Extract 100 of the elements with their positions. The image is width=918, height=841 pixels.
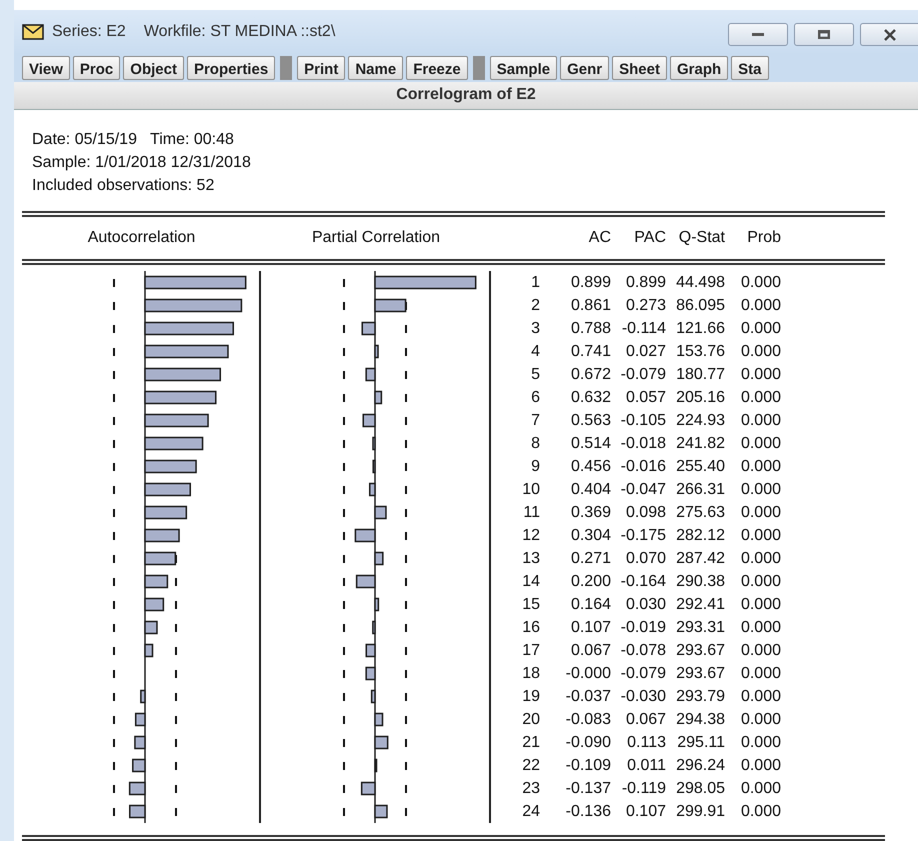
ac-cell-text: 0.456 — [570, 456, 611, 476]
column-header: AC — [588, 228, 611, 248]
bound-tick — [343, 808, 345, 816]
toolbar-button[interactable]: Properties — [186, 56, 276, 80]
bound-tick — [343, 670, 345, 678]
bound-tick — [113, 279, 115, 287]
lag-cell-text: 3 — [530, 318, 540, 338]
pac-cell-text: -0.047 — [620, 480, 666, 500]
toolbar-separator — [472, 56, 485, 80]
ac-cell-text: 0.304 — [570, 526, 611, 546]
q-stat-cell-text: 293.67 — [675, 664, 725, 684]
toolbar-button[interactable]: View — [22, 56, 70, 80]
pac-cell-text: 0.030 — [624, 594, 666, 614]
toolbar-button[interactable]: Freeze — [406, 56, 468, 80]
bound-tick — [175, 624, 177, 632]
toolbar-button[interactable]: Name — [348, 56, 404, 80]
bound-tick — [405, 578, 407, 586]
bound-tick — [405, 693, 407, 701]
prob-cell-text: 0.000 — [740, 778, 781, 798]
bound-tick — [343, 647, 345, 655]
bound-tick — [113, 348, 115, 356]
bound-tick — [343, 279, 345, 287]
toolbar-button[interactable]: Graph — [670, 56, 728, 80]
ac-cell-text: -0.000 — [564, 664, 611, 684]
ac-cell-text: 0.164 — [570, 594, 611, 614]
prob-cell-text: 0.000 — [740, 756, 781, 776]
bound-tick — [113, 624, 115, 632]
info-line: Date: 05/15/19 Time: 00:48 — [32, 130, 235, 150]
minimize-icon — [752, 33, 764, 36]
lag-cell-text: 11 — [522, 502, 540, 522]
lag-cell-text: 17 — [521, 640, 540, 660]
q-stat-cell-text: 275.63 — [675, 502, 725, 522]
pac-cell-text: 0.098 — [624, 502, 666, 522]
toolbar-button[interactable]: Sta — [731, 56, 768, 80]
pac-cell-text: 0.107 — [624, 802, 666, 822]
q-stat-cell-text: 295.11 — [676, 732, 725, 752]
ac-cell-text: -0.109 — [564, 756, 611, 776]
toolbar-button[interactable]: Genr — [560, 56, 610, 80]
prob-cell-text: 0.000 — [740, 732, 781, 752]
ac-cell-text: -0.137 — [564, 778, 611, 798]
close-icon — [884, 28, 896, 40]
bound-tick — [343, 624, 345, 632]
bound-tick — [405, 739, 407, 747]
ac-cell-text: 0.404 — [570, 480, 611, 500]
minimize-button[interactable] — [728, 23, 788, 46]
bound-tick — [113, 647, 115, 655]
prob-cell-text: 0.000 — [740, 802, 781, 822]
ac-cell-text: -0.083 — [564, 710, 611, 730]
ac-cell-text: 0.200 — [570, 572, 611, 592]
bound-tick — [405, 762, 407, 770]
column-header: Q-Stat — [678, 228, 725, 248]
bound-tick — [343, 348, 345, 356]
lag-cell-text: 2 — [530, 296, 540, 316]
bound-tick — [343, 739, 345, 747]
column-header: PAC — [633, 228, 666, 248]
ac-cell-text: 0.788 — [570, 318, 611, 338]
pac-cell-text: 0.273 — [624, 296, 666, 316]
lag-cell-text: 8 — [530, 434, 540, 454]
ac-cell-text: 0.271 — [570, 548, 611, 568]
bound-tick — [113, 371, 115, 379]
ac-cell-text: -0.037 — [564, 686, 611, 706]
prob-cell-text: 0.000 — [740, 710, 781, 730]
bound-tick — [405, 555, 407, 563]
ac-cell-text: 0.741 — [570, 342, 611, 362]
q-stat-cell-text: 266.31 — [675, 480, 725, 500]
prob-cell-text: 0.000 — [740, 686, 781, 706]
toolbar-button[interactable]: Sample — [490, 56, 558, 80]
toolbar-button[interactable]: Sheet — [612, 56, 667, 80]
q-stat-cell-text: 282.12 — [675, 526, 725, 546]
bound-tick — [343, 325, 345, 333]
prob-cell-text: 0.000 — [740, 456, 781, 476]
bound-tick — [405, 394, 407, 402]
ac-cell-text: 0.672 — [570, 364, 611, 384]
prob-cell-text: 0.000 — [740, 388, 781, 408]
bound-tick — [175, 670, 177, 678]
toolbar-button[interactable]: Proc — [72, 56, 120, 80]
pac-cell-text: 0.057 — [624, 388, 666, 408]
maximize-button[interactable] — [794, 23, 854, 46]
lag-cell-text: 7 — [530, 410, 540, 430]
pac-cell-text: -0.105 — [620, 410, 666, 430]
bound-tick — [113, 486, 115, 494]
pac-cell-text: -0.078 — [620, 640, 666, 660]
close-button[interactable] — [860, 23, 918, 46]
ac-cell-text: 0.632 — [570, 388, 611, 408]
bound-tick — [405, 532, 407, 540]
bound-tick — [175, 578, 177, 586]
bound-tick — [343, 463, 345, 471]
info-line: Included observations: 52 — [32, 176, 216, 196]
pac-cell-text: -0.018 — [620, 434, 666, 454]
bound-tick — [405, 348, 407, 356]
toolbar-button[interactable]: Print — [297, 56, 346, 80]
lag-cell-text: 10 — [521, 480, 540, 500]
lag-cell-text: 15 — [521, 594, 540, 614]
bound-tick — [113, 739, 115, 747]
toolbar-button[interactable]: Object — [123, 56, 184, 80]
prob-cell-text: 0.000 — [740, 526, 781, 546]
bound-tick — [343, 440, 345, 448]
prob-cell-text: 0.000 — [740, 272, 781, 292]
bound-tick — [113, 440, 115, 448]
pac-cell-text: 0.113 — [626, 732, 666, 752]
